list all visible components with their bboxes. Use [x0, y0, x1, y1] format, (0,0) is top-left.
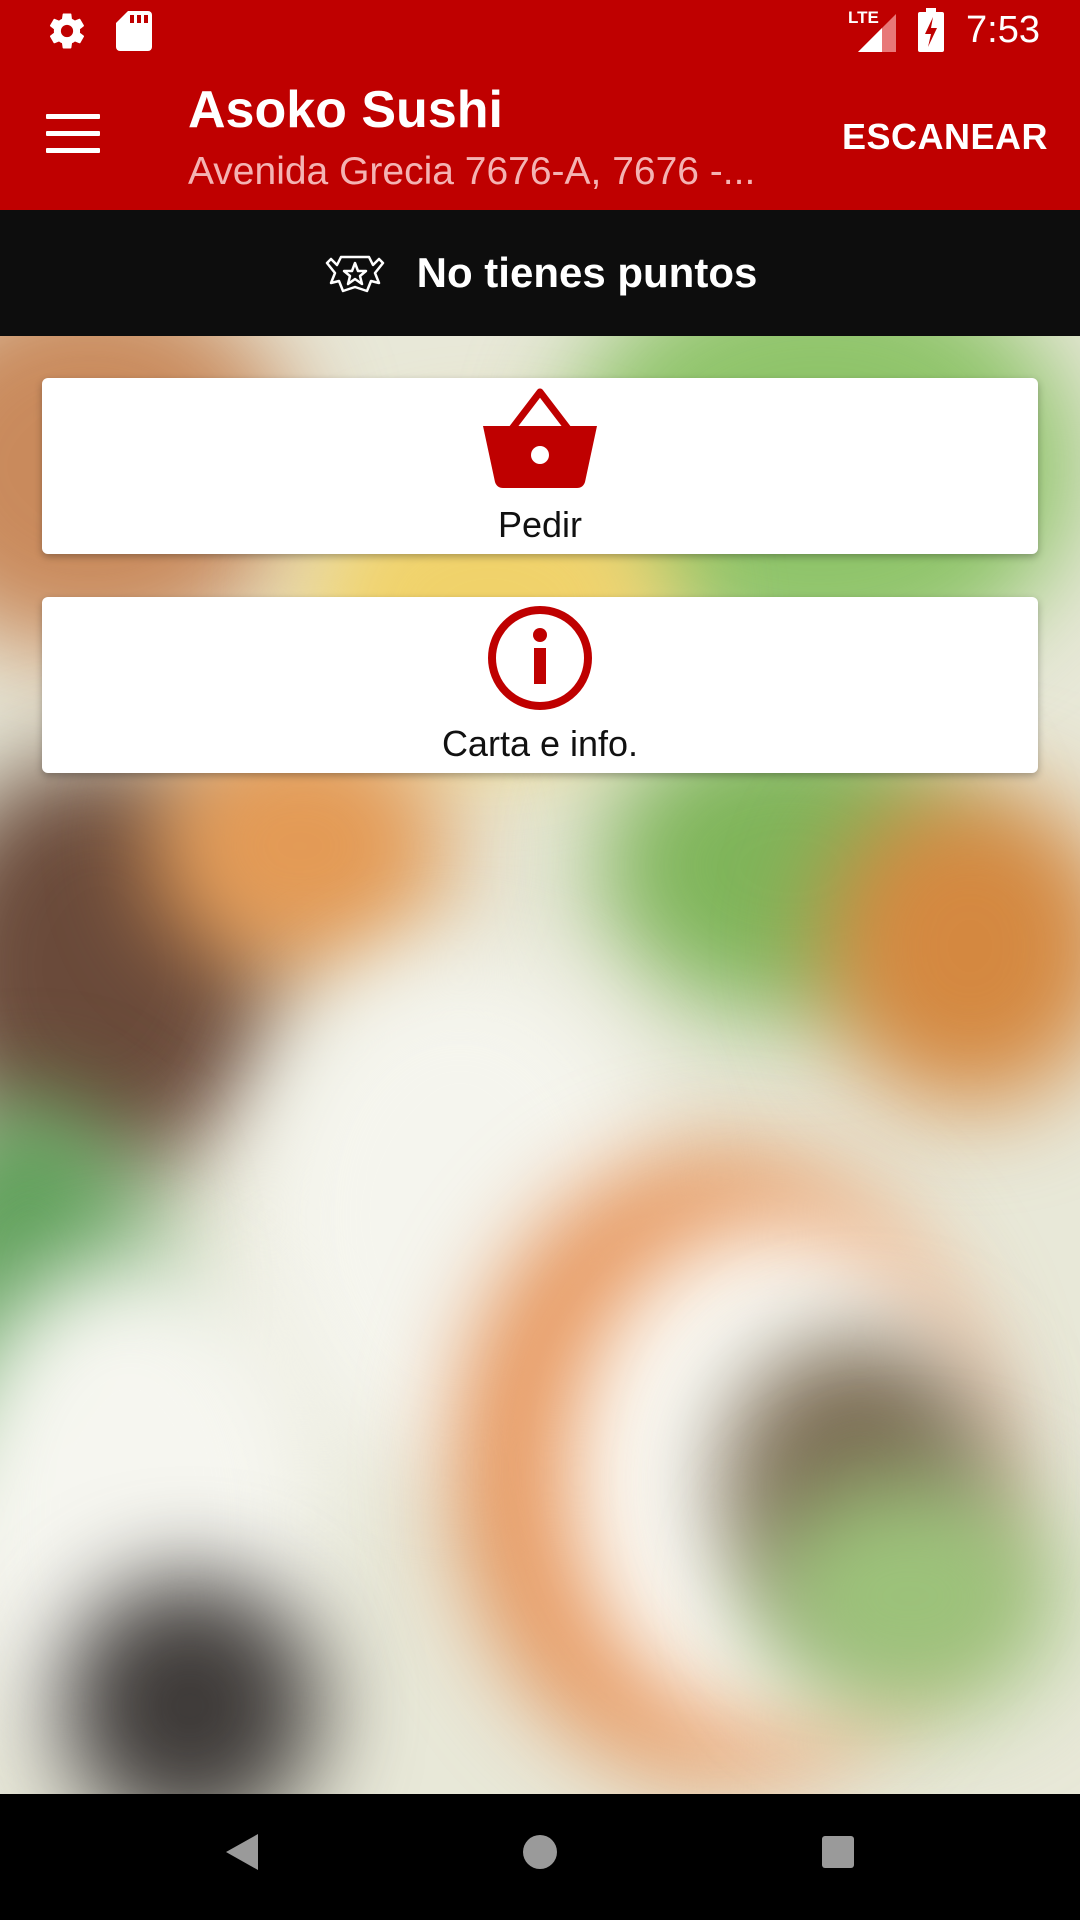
- clock: 7:53: [966, 8, 1040, 51]
- menu-info-button[interactable]: Carta e info.: [42, 597, 1038, 773]
- home-icon[interactable]: [519, 1830, 561, 1874]
- restaurant-address: Avenida Grecia 7676-A, 7676 -...: [188, 150, 756, 193]
- main-content: Pedir Carta e info.: [0, 336, 1080, 1794]
- recents-icon[interactable]: [818, 1830, 858, 1874]
- settings-icon: [49, 13, 85, 49]
- back-icon[interactable]: [222, 1830, 262, 1874]
- app-bar: Asoko Sushi Avenida Grecia 7676-A, 7676 …: [0, 64, 1080, 210]
- order-label: Pedir: [497, 504, 583, 545]
- sd-card-icon: [116, 11, 152, 51]
- points-status: No tienes puntos: [416, 249, 758, 296]
- points-banner[interactable]: No tienes puntos: [0, 210, 1080, 336]
- menu-info-label: Carta e info.: [441, 723, 639, 764]
- badge-star-icon: [325, 255, 384, 293]
- info-icon: [488, 606, 592, 710]
- status-bar: LTE 7:53: [0, 0, 1080, 64]
- signal-icon: [858, 14, 897, 52]
- basket-icon: [483, 388, 597, 488]
- restaurant-title: Asoko Sushi: [188, 81, 503, 139]
- battery-charging-icon: [918, 8, 945, 52]
- system-nav-bar: [0, 1794, 1080, 1920]
- menu-button[interactable]: [46, 114, 100, 154]
- scan-button[interactable]: ESCANEAR: [842, 116, 1048, 158]
- order-button[interactable]: Pedir: [42, 378, 1038, 554]
- menu-icon: [46, 114, 100, 119]
- signal-indicator: LTE: [848, 8, 897, 52]
